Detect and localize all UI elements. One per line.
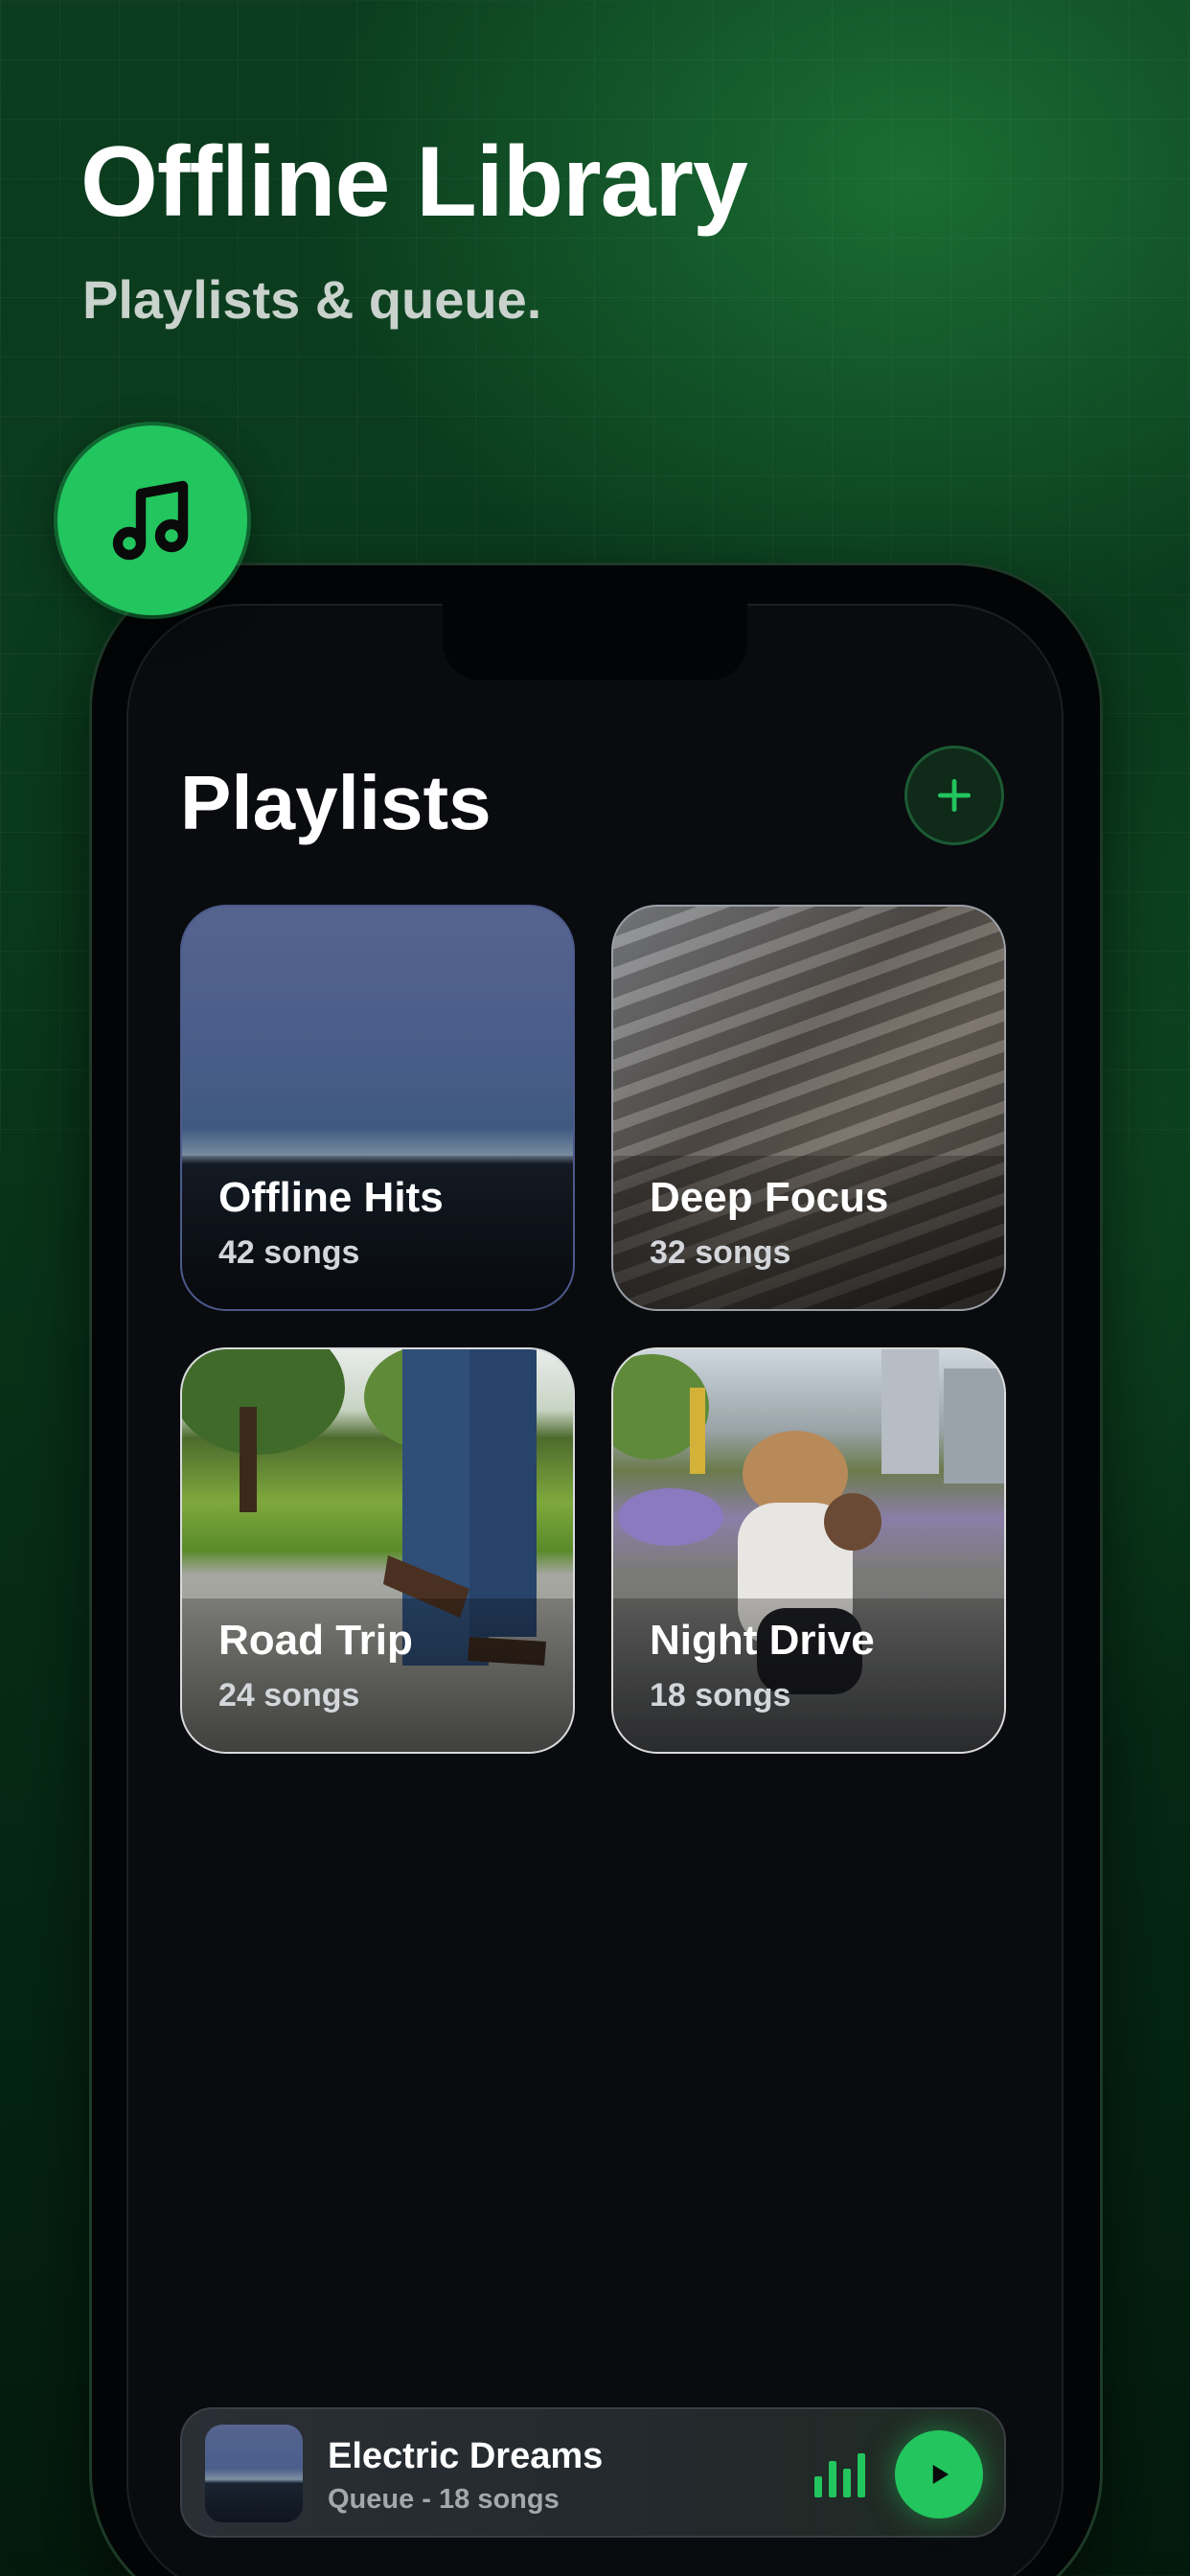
plus-icon	[937, 778, 972, 813]
playlists-title: Playlists	[180, 760, 492, 845]
play-icon	[932, 2465, 949, 2484]
page-headline: Offline Library	[80, 126, 748, 238]
now-playing-title: Electric Dreams	[328, 2436, 604, 2476]
phone-screen: Playlists Offline Hits 42 songs Deep Foc…	[126, 604, 1064, 2576]
playlist-song-count: 42 songs	[218, 1234, 360, 1271]
playlist-name: Deep Focus	[650, 1174, 889, 1221]
playlist-card-offline-hits[interactable]: Offline Hits 42 songs	[180, 905, 575, 1311]
playlist-card-night-drive[interactable]: Night Drive 18 songs	[611, 1347, 1006, 1754]
equalizer-icon	[814, 2453, 865, 2497]
phone-notch	[443, 604, 747, 680]
playlist-song-count: 32 songs	[650, 1234, 791, 1271]
add-playlist-button[interactable]	[904, 746, 1004, 845]
app-badge	[57, 426, 247, 615]
page-subheadline: Playlists & queue.	[82, 269, 542, 330]
playlist-song-count: 24 songs	[218, 1677, 360, 1714]
now-playing-queue: Queue - 18 songs	[328, 2484, 560, 2515]
mini-player[interactable]: Electric Dreams Queue - 18 songs	[180, 2407, 1006, 2538]
play-button[interactable]	[895, 2430, 983, 2518]
playlist-name: Offline Hits	[218, 1174, 444, 1221]
playlist-card-deep-focus[interactable]: Deep Focus 32 songs	[611, 905, 1006, 1311]
music-note-icon	[112, 480, 189, 561]
playlist-name: Night Drive	[650, 1617, 875, 1664]
playlist-song-count: 18 songs	[650, 1677, 791, 1714]
playlist-name: Road Trip	[218, 1617, 413, 1664]
playlist-card-road-trip[interactable]: Road Trip 24 songs	[180, 1347, 575, 1754]
now-playing-artwork	[205, 2425, 303, 2522]
phone-frame: Playlists Offline Hits 42 songs Deep Foc…	[92, 565, 1100, 2576]
